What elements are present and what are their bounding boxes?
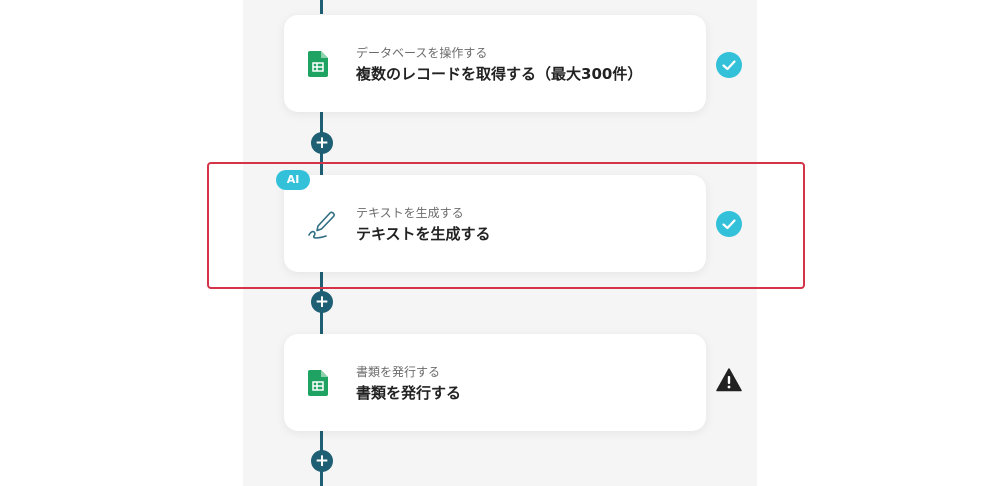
step-title: 書類を発行する	[356, 384, 462, 402]
step-subtitle: データベースを操作する	[356, 46, 488, 60]
check-circle-icon	[716, 52, 742, 78]
step-card-issue-document[interactable]: 書類を発行する 書類を発行する	[284, 334, 706, 431]
add-step-button[interactable]: +	[311, 450, 333, 472]
warning-icon	[716, 368, 742, 394]
highlight-frame	[207, 162, 805, 289]
connector-line	[320, 0, 323, 14]
google-sheets-icon	[308, 51, 328, 81]
step-title: 複数のレコードを取得する（最大300件）	[356, 65, 643, 83]
step-card-get-records[interactable]: データベースを操作する 複数のレコードを取得する（最大300件）	[284, 15, 706, 112]
google-sheets-icon	[308, 370, 328, 400]
add-step-button[interactable]: +	[311, 132, 333, 154]
add-step-button[interactable]: +	[311, 291, 333, 313]
step-subtitle: 書類を発行する	[356, 365, 441, 379]
